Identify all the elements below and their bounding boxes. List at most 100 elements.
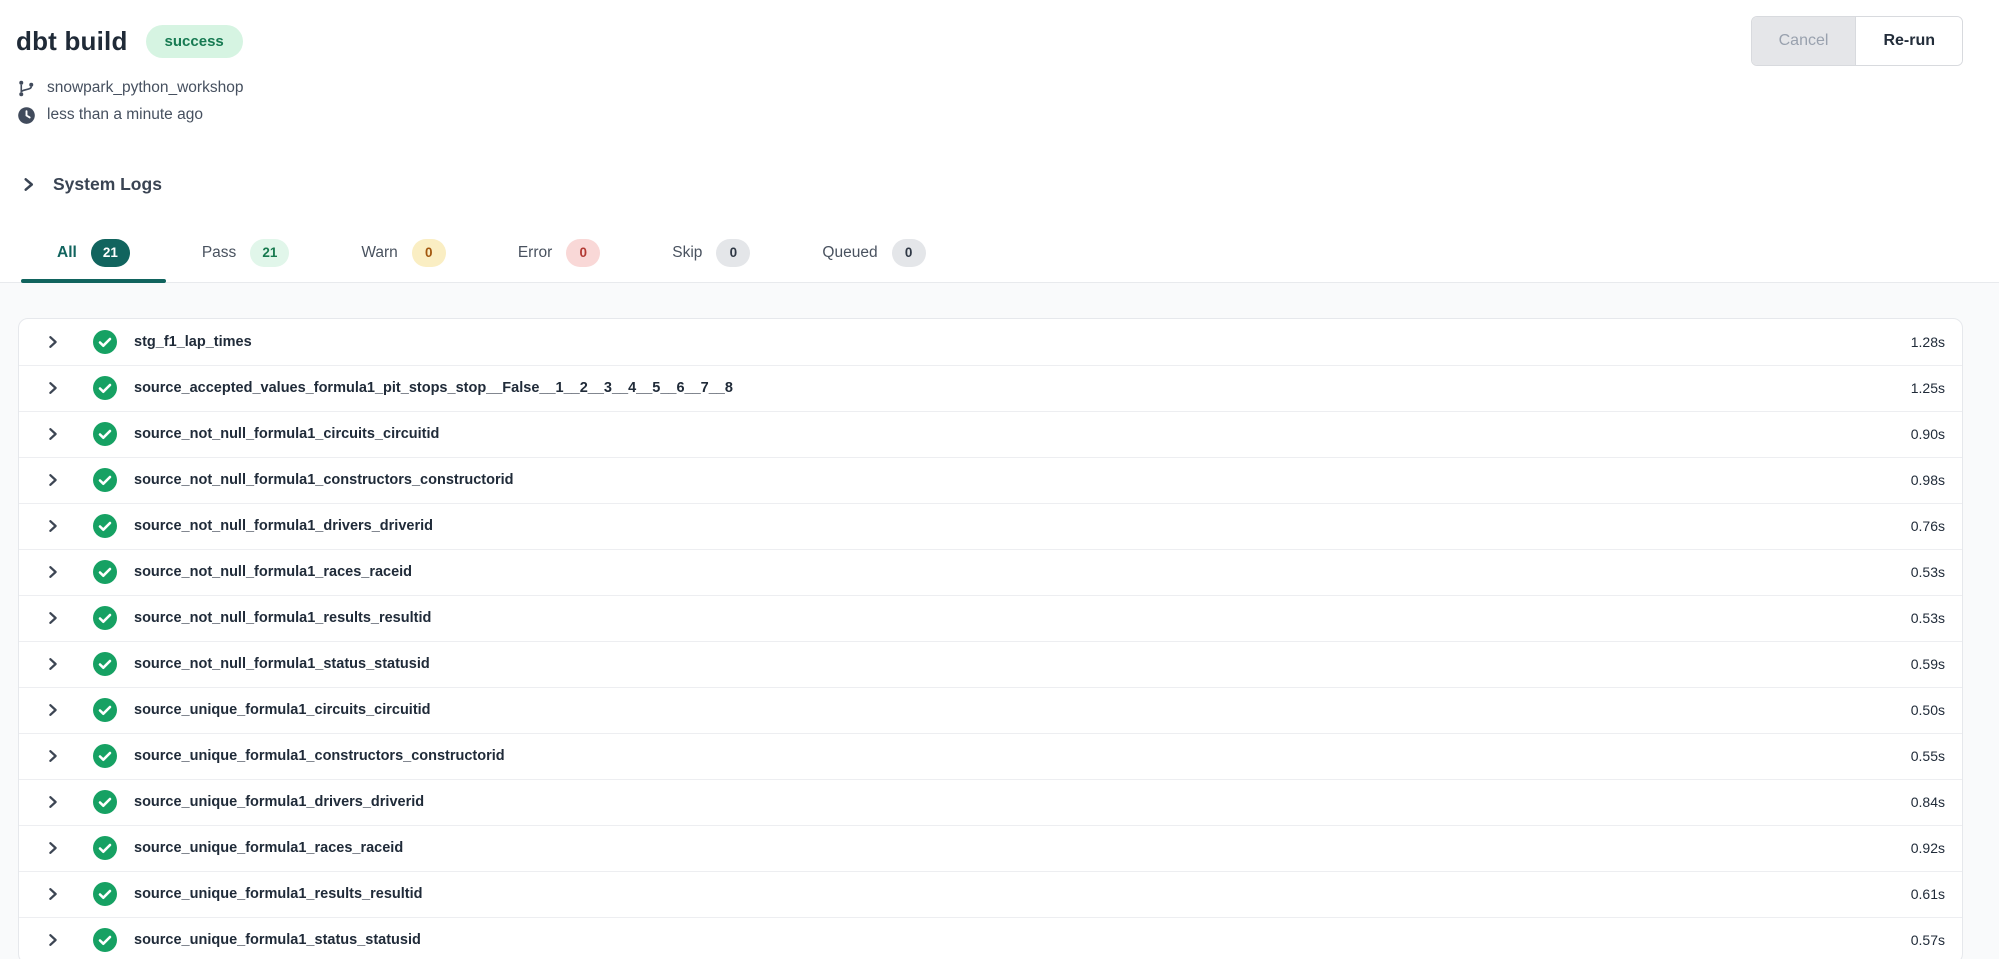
result-name: source_not_null_formula1_races_raceid xyxy=(134,564,412,580)
pass-check-icon xyxy=(93,376,117,400)
expand-chevron-icon[interactable] xyxy=(46,473,60,487)
result-row[interactable]: source_unique_formula1_results_resultid 0… xyxy=(19,871,1962,917)
result-name: source_accepted_values_formula1_pit_stop… xyxy=(134,380,733,396)
result-row[interactable]: stg_f1_lap_times 1.28s xyxy=(19,319,1962,365)
tab-label: Error xyxy=(518,244,552,262)
result-name: stg_f1_lap_times xyxy=(134,334,252,350)
expand-chevron-icon[interactable] xyxy=(46,427,60,441)
result-name: source_not_null_formula1_circuits_circui… xyxy=(134,426,439,442)
pass-check-icon xyxy=(93,836,117,860)
run-header: dbt build success Cancel Re-run snowpark… xyxy=(0,0,1999,132)
tab-pass[interactable]: Pass 21 xyxy=(166,227,326,282)
pass-check-icon xyxy=(93,882,117,906)
page-title: dbt build xyxy=(16,26,128,57)
result-name: source_not_null_formula1_constructors_co… xyxy=(134,472,514,488)
result-name: source_unique_formula1_races_raceid xyxy=(134,840,403,856)
expand-chevron-icon[interactable] xyxy=(46,335,60,349)
status-badge: success xyxy=(146,25,243,58)
result-row[interactable]: source_unique_formula1_status_statusid 0.… xyxy=(19,917,1962,959)
tab-count-badge: 0 xyxy=(566,239,600,267)
tab-count-badge: 21 xyxy=(250,239,289,267)
result-name: source_not_null_formula1_status_statusid xyxy=(134,656,430,672)
result-row[interactable]: source_unique_formula1_circuits_circuiti… xyxy=(19,687,1962,733)
result-name: source_not_null_formula1_results_resulti… xyxy=(134,610,431,626)
result-duration: 0.50s xyxy=(1911,702,1945,718)
branch-row: snowpark_python_workshop xyxy=(16,78,1963,98)
result-duration: 0.53s xyxy=(1911,564,1945,580)
tab-label: All xyxy=(57,244,77,262)
tab-all[interactable]: All 21 xyxy=(21,227,166,282)
result-duration: 0.61s xyxy=(1911,886,1945,902)
pass-check-icon xyxy=(93,652,117,676)
tab-label: Skip xyxy=(672,244,702,262)
expand-chevron-icon[interactable] xyxy=(46,611,60,625)
pass-check-icon xyxy=(93,606,117,630)
result-row[interactable]: source_not_null_formula1_status_statusid… xyxy=(19,641,1962,687)
result-duration: 0.92s xyxy=(1911,840,1945,856)
tab-skip[interactable]: Skip0 xyxy=(636,227,786,282)
result-row[interactable]: source_unique_formula1_drivers_driverid0… xyxy=(19,779,1962,825)
pass-check-icon xyxy=(93,330,117,354)
result-name: source_not_null_formula1_drivers_driveri… xyxy=(134,518,433,534)
result-row[interactable]: source_accepted_values_formula1_pit_stop… xyxy=(19,365,1962,411)
clock-icon xyxy=(16,105,36,125)
tab-error[interactable]: Error 0 xyxy=(482,227,636,282)
pass-check-icon xyxy=(93,790,117,814)
system-logs-toggle[interactable]: System Logs xyxy=(0,174,1999,195)
result-name: source_unique_formula1_results_resultid xyxy=(134,886,423,902)
expand-chevron-icon[interactable] xyxy=(46,795,60,809)
git-branch-icon xyxy=(16,78,36,98)
result-row[interactable]: source_unique_formula1_constructors_cons… xyxy=(19,733,1962,779)
expand-chevron-icon[interactable] xyxy=(46,565,60,579)
result-duration: 1.28s xyxy=(1911,334,1945,350)
status-tabs: All 21 Pass 21 Warn 0 Error 0 Skip0 Queued 0 xyxy=(0,227,1999,283)
run-time-ago: less than a minute ago xyxy=(47,106,203,124)
pass-check-icon xyxy=(93,744,117,768)
result-row[interactable]: source_not_null_formula1_races_raceid 0.5… xyxy=(19,549,1962,595)
expand-chevron-icon[interactable] xyxy=(46,703,60,717)
pass-check-icon xyxy=(93,514,117,538)
branch-name: snowpark_python_workshop xyxy=(47,79,243,97)
pass-check-icon xyxy=(93,698,117,722)
result-duration: 0.59s xyxy=(1911,656,1945,672)
pass-check-icon xyxy=(93,468,117,492)
system-logs-label: System Logs xyxy=(53,174,162,195)
result-row[interactable]: source_not_null_formula1_results_resulti… xyxy=(19,595,1962,641)
expand-chevron-icon[interactable] xyxy=(46,887,60,901)
tab-count-badge: 0 xyxy=(892,239,926,267)
result-name: source_unique_formula1_constructors_cons… xyxy=(134,748,505,764)
result-duration: 1.25s xyxy=(1911,380,1945,396)
expand-chevron-icon[interactable] xyxy=(46,381,60,395)
pass-check-icon xyxy=(93,928,117,952)
expand-chevron-icon[interactable] xyxy=(46,749,60,763)
result-name: source_unique_formula1_circuits_circuiti… xyxy=(134,702,431,718)
result-duration: 0.57s xyxy=(1911,932,1945,948)
rerun-button[interactable]: Re-run xyxy=(1856,17,1962,65)
expand-chevron-icon[interactable] xyxy=(46,519,60,533)
result-row[interactable]: source_unique_formula1_races_raceid 0.92s xyxy=(19,825,1962,871)
expand-chevron-icon[interactable] xyxy=(46,933,60,947)
result-duration: 0.84s xyxy=(1911,794,1945,810)
result-name: source_unique_formula1_status_statusid xyxy=(134,932,421,948)
tab-warn[interactable]: Warn 0 xyxy=(325,227,481,282)
tab-count-badge: 0 xyxy=(412,239,446,267)
tab-queued[interactable]: Queued 0 xyxy=(786,227,961,282)
result-row[interactable]: source_not_null_formula1_circuits_circui… xyxy=(19,411,1962,457)
results-area: stg_f1_lap_times 1.28s source_accepted_val… xyxy=(0,283,1999,959)
result-row[interactable]: source_not_null_formula1_drivers_driveri… xyxy=(19,503,1962,549)
pass-check-icon xyxy=(93,560,117,584)
result-row[interactable]: source_not_null_formula1_constructors_co… xyxy=(19,457,1962,503)
run-actions: Cancel Re-run xyxy=(1751,16,1963,66)
results-list: stg_f1_lap_times 1.28s source_accepted_val… xyxy=(18,318,1963,959)
result-duration: 0.90s xyxy=(1911,426,1945,442)
cancel-button[interactable]: Cancel xyxy=(1752,17,1857,65)
result-duration: 0.98s xyxy=(1911,472,1945,488)
tab-count-badge: 21 xyxy=(91,239,130,267)
expand-chevron-icon[interactable] xyxy=(46,841,60,855)
pass-check-icon xyxy=(93,422,117,446)
tab-label: Queued xyxy=(822,244,877,262)
tab-label: Warn xyxy=(361,244,397,262)
tab-label: Pass xyxy=(202,244,236,262)
expand-chevron-icon[interactable] xyxy=(46,657,60,671)
chevron-right-icon xyxy=(21,177,36,192)
